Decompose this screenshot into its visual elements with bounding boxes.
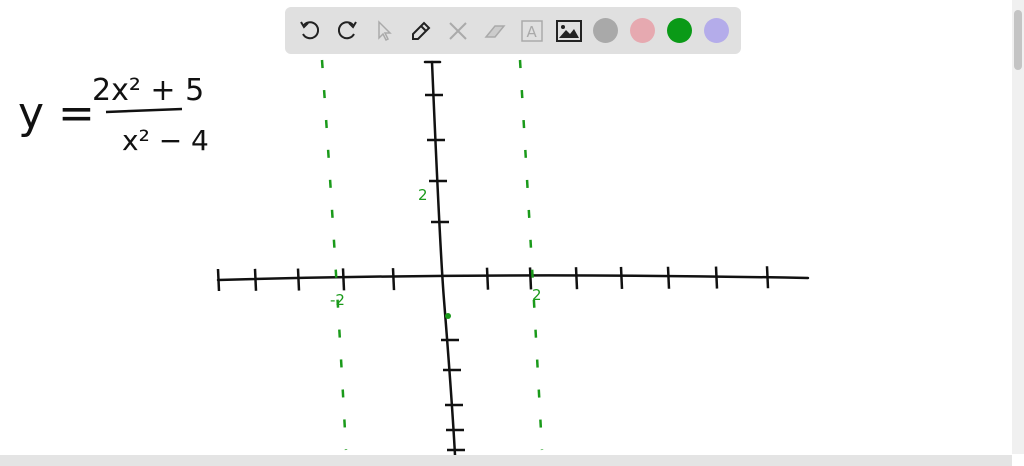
x-axis-tick xyxy=(765,266,770,289)
tools-button[interactable] xyxy=(443,16,473,46)
horizontal-scrollbar[interactable] xyxy=(0,455,1012,466)
x-axis-tick xyxy=(619,266,624,290)
equation-numerator: 2x² + 5 xyxy=(92,73,204,108)
text-button[interactable]: A xyxy=(517,16,547,46)
pen-button[interactable] xyxy=(406,16,436,46)
x-axis-tick xyxy=(296,268,301,291)
svg-text:A: A xyxy=(526,23,537,41)
color-green[interactable] xyxy=(665,16,695,46)
color-gray[interactable] xyxy=(591,16,621,46)
toolbar: A xyxy=(285,7,741,54)
y-intercept-point xyxy=(445,313,451,319)
y-axis xyxy=(430,60,457,457)
image-icon xyxy=(555,19,582,42)
color-swatch xyxy=(630,18,655,43)
asymptote-x-neg2 xyxy=(320,59,348,451)
vertical-scrollbar[interactable] xyxy=(1012,0,1024,454)
eraser-icon xyxy=(483,24,506,38)
pen-icon xyxy=(411,21,430,40)
asymptote-x-2 xyxy=(518,59,544,451)
equation-denominator: x² − 4 xyxy=(122,124,209,157)
label-neg-2: -2 xyxy=(330,291,345,309)
undo-button[interactable] xyxy=(295,16,325,46)
x-axis-tick xyxy=(391,268,396,291)
redo-icon xyxy=(337,20,357,39)
x-axis-tick xyxy=(216,268,221,292)
whiteboard-canvas[interactable]: y = 2x² + 5 x² − 4 -2 2 2 xyxy=(0,0,1024,466)
x-axis-tick xyxy=(714,266,719,289)
label-2: 2 xyxy=(532,286,542,304)
color-swatch xyxy=(593,18,618,43)
undo-icon xyxy=(299,20,319,39)
text-icon: A xyxy=(520,19,543,42)
x-axis-tick xyxy=(528,267,533,290)
tools-icon xyxy=(448,21,467,40)
label-y-2: 2 xyxy=(418,186,428,204)
x-axis-tick xyxy=(666,266,671,289)
vertical-scroll-thumb[interactable] xyxy=(1014,10,1022,70)
x-axis-tick xyxy=(574,267,579,290)
color-pink[interactable] xyxy=(628,16,658,46)
x-axis-tick xyxy=(341,268,346,291)
eraser-button[interactable] xyxy=(480,16,510,46)
equation: y = 2x² + 5 x² − 4 xyxy=(18,73,209,157)
equation-lhs: y = xyxy=(18,88,95,139)
select-icon xyxy=(377,19,392,41)
fraction-bar xyxy=(105,107,183,114)
redo-button[interactable] xyxy=(332,16,362,46)
x-axis xyxy=(216,274,810,282)
image-button[interactable] xyxy=(554,16,584,46)
select-button[interactable] xyxy=(369,16,399,46)
x-axis-tick xyxy=(485,267,490,290)
x-axis-tick xyxy=(253,268,258,291)
color-swatch xyxy=(667,18,692,43)
color-lavender[interactable] xyxy=(702,16,732,46)
color-swatch xyxy=(704,18,729,43)
